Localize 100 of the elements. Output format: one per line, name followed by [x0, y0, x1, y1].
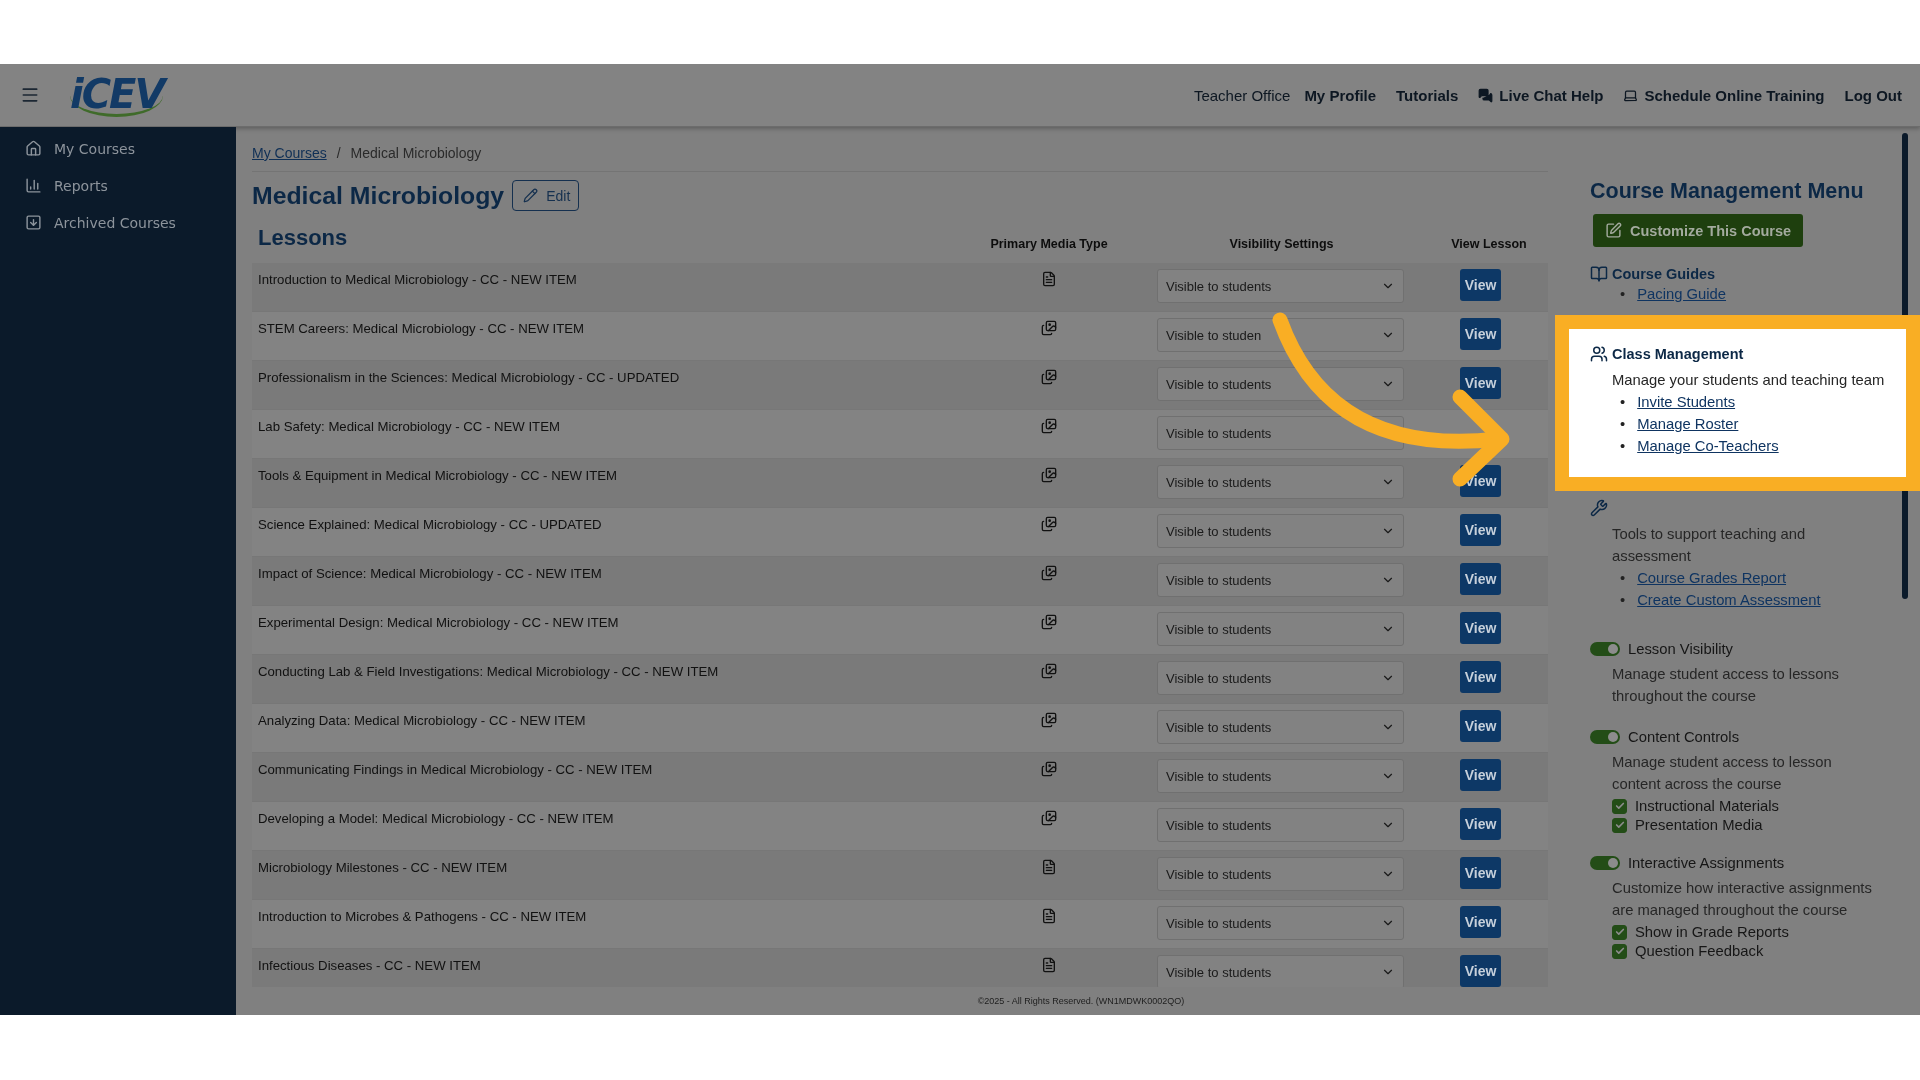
checkbox[interactable]: [1612, 817, 1627, 833]
checkbox-label: Instructional Materials: [1635, 798, 1779, 814]
customize-button[interactable]: Customize This Course: [1593, 214, 1804, 247]
checkbox-label: Question Feedback: [1635, 943, 1764, 959]
section-description: Tools to support teaching and assessment: [1612, 525, 1807, 566]
view-button[interactable]: View: [1460, 563, 1501, 595]
breadcrumb-separator: /: [336, 145, 341, 161]
lesson-title: Lab Safety: Medical Microbiology - CC - NEW ITEM: [257, 418, 561, 434]
visibility-select[interactable]: Visible to students: [1157, 612, 1404, 646]
bullet: •: [1620, 437, 1626, 456]
visibility-select[interactable]: Visible to students: [1157, 465, 1404, 499]
lesson-title: Impact of Science: Medical Microbiology - CC - NEW ITEM: [257, 565, 603, 581]
gallery-icon: [1041, 614, 1057, 630]
menu-link[interactable]: Invite Students: [1637, 391, 1736, 413]
lesson-title: Microbiology Milestones - CC - NEW ITEM: [257, 859, 509, 875]
nav-link[interactable]: Schedule Online Training: [1623, 86, 1825, 104]
visibility-select[interactable]: Visible to students: [1157, 269, 1404, 303]
lesson-title: Communicating Findings in Medical Microbiology - CC - NEW ITEM: [257, 761, 654, 777]
nav-link[interactable]: Teacher Office: [1193, 86, 1291, 104]
toggle-switch[interactable]: [1590, 642, 1620, 656]
lesson-title: Infectious Diseases - CC - NEW ITEM: [257, 957, 482, 973]
view-button[interactable]: View: [1460, 808, 1501, 840]
gallery-icon: [1041, 663, 1057, 679]
bullet: •: [1620, 285, 1626, 304]
gallery-icon: [1041, 712, 1057, 728]
document-icon: [1041, 859, 1057, 875]
menu-link[interactable]: Course Grades Report: [1637, 567, 1787, 589]
nav-link[interactable]: Log Out: [1844, 86, 1902, 104]
users-icon: [1590, 345, 1608, 363]
section-description: Manage student access to lessons throughout the course: [1612, 665, 1841, 706]
view-button[interactable]: View: [1460, 661, 1501, 693]
menu-title: Course Management Menu: [1590, 179, 1865, 204]
view-button[interactable]: View: [1460, 710, 1501, 742]
nav-link[interactable]: My Profile: [1304, 86, 1377, 104]
view-button[interactable]: View: [1460, 759, 1501, 791]
view-button[interactable]: View: [1460, 906, 1501, 938]
gallery-icon: [1041, 761, 1057, 777]
visibility-select[interactable]: Visible to students: [1157, 661, 1404, 695]
visibility-select[interactable]: Visible to students: [1157, 857, 1404, 891]
sidebar-item[interactable]: Archived Courses: [0, 204, 236, 241]
nav-link[interactable]: Live Chat Help: [1478, 86, 1604, 104]
checkbox[interactable]: [1612, 798, 1627, 814]
view-button[interactable]: View: [1460, 857, 1501, 889]
check-icon: [1614, 820, 1625, 830]
sidebar-item[interactable]: My Courses: [0, 130, 236, 167]
visibility-select[interactable]: Visible to students: [1157, 416, 1404, 450]
view-button[interactable]: View: [1460, 514, 1501, 546]
column-header: Visibility Settings: [1228, 237, 1335, 251]
menu-link[interactable]: Create Custom Assessment: [1637, 589, 1821, 611]
gallery-icon: [1041, 516, 1057, 532]
visibility-select[interactable]: Visible to students: [1157, 759, 1404, 793]
bullet: •: [1620, 591, 1626, 610]
download-box-icon: [25, 214, 42, 231]
gallery-icon: [1041, 467, 1057, 483]
lesson-title: STEM Careers: Medical Microbiology - CC - NEW ITEM: [257, 320, 586, 336]
toggle-switch[interactable]: [1590, 730, 1620, 744]
home-icon: [25, 140, 42, 157]
edit-button[interactable]: Edit: [512, 180, 580, 211]
checkbox[interactable]: [1612, 943, 1627, 959]
view-button[interactable]: View: [1460, 367, 1501, 399]
bullet: •: [1620, 415, 1626, 434]
lesson-title: Science Explained: Medical Microbiology - CC - UPDATED: [257, 516, 603, 532]
visibility-select[interactable]: Visible to students: [1157, 367, 1404, 401]
bullet: •: [1620, 393, 1626, 412]
checkbox[interactable]: [1612, 924, 1627, 940]
view-button[interactable]: View: [1460, 269, 1501, 301]
menu-button[interactable]: [20, 85, 40, 105]
visibility-select[interactable]: Visible to students: [1157, 808, 1404, 842]
lesson-title: Conducting Lab & Field Investigations: Medical Microbiology - CC - NEW ITEM: [257, 663, 720, 679]
view-button[interactable]: View: [1460, 612, 1501, 644]
menu-link[interactable]: Manage Co-Teachers: [1637, 435, 1779, 457]
gallery-icon: [1041, 565, 1057, 581]
document-icon: [1041, 957, 1057, 973]
sidebar-item[interactable]: Reports: [0, 167, 236, 204]
visibility-select[interactable]: Visible to students: [1157, 906, 1404, 940]
check-icon: [1614, 927, 1625, 937]
document-icon: [1041, 271, 1057, 287]
lesson-title: Experimental Design: Medical Microbiology - CC - NEW ITEM: [257, 614, 620, 630]
lesson-title: Introduction to Medical Microbiology - CC - NEW ITEM: [257, 271, 578, 287]
section-description: Customize how interactive assignments are managed throughout the course: [1612, 879, 1873, 920]
visibility-select[interactable]: Visible to students: [1157, 710, 1404, 744]
section-title: Class Management: [1612, 346, 1744, 362]
document-icon: [1041, 908, 1057, 924]
menu-link[interactable]: Manage Roster: [1637, 413, 1739, 435]
visibility-select[interactable]: Visible to students: [1157, 514, 1404, 548]
toggle-switch[interactable]: [1590, 856, 1620, 870]
lesson-title: Professionalism in the Sciences: Medical Microbiology - CC - UPDATED: [257, 369, 681, 385]
menu-link[interactable]: Pacing Guide: [1637, 283, 1727, 305]
section-description: Manage your students and teaching team: [1612, 371, 1886, 390]
view-button[interactable]: View: [1460, 955, 1501, 987]
visibility-select[interactable]: Visible to students: [1157, 563, 1404, 597]
visibility-select[interactable]: Visible to students: [1157, 955, 1404, 987]
visibility-select[interactable]: Visible to studen: [1157, 318, 1404, 352]
breadcrumb-link[interactable]: My Courses: [252, 145, 327, 161]
section-title: Course Guides: [1612, 266, 1716, 282]
chat-icon: [1478, 87, 1494, 103]
column-header: View Lesson: [1450, 237, 1528, 251]
nav-link[interactable]: Tutorials: [1396, 86, 1459, 104]
gallery-icon: [1041, 320, 1057, 336]
view-button[interactable]: View: [1460, 318, 1501, 350]
